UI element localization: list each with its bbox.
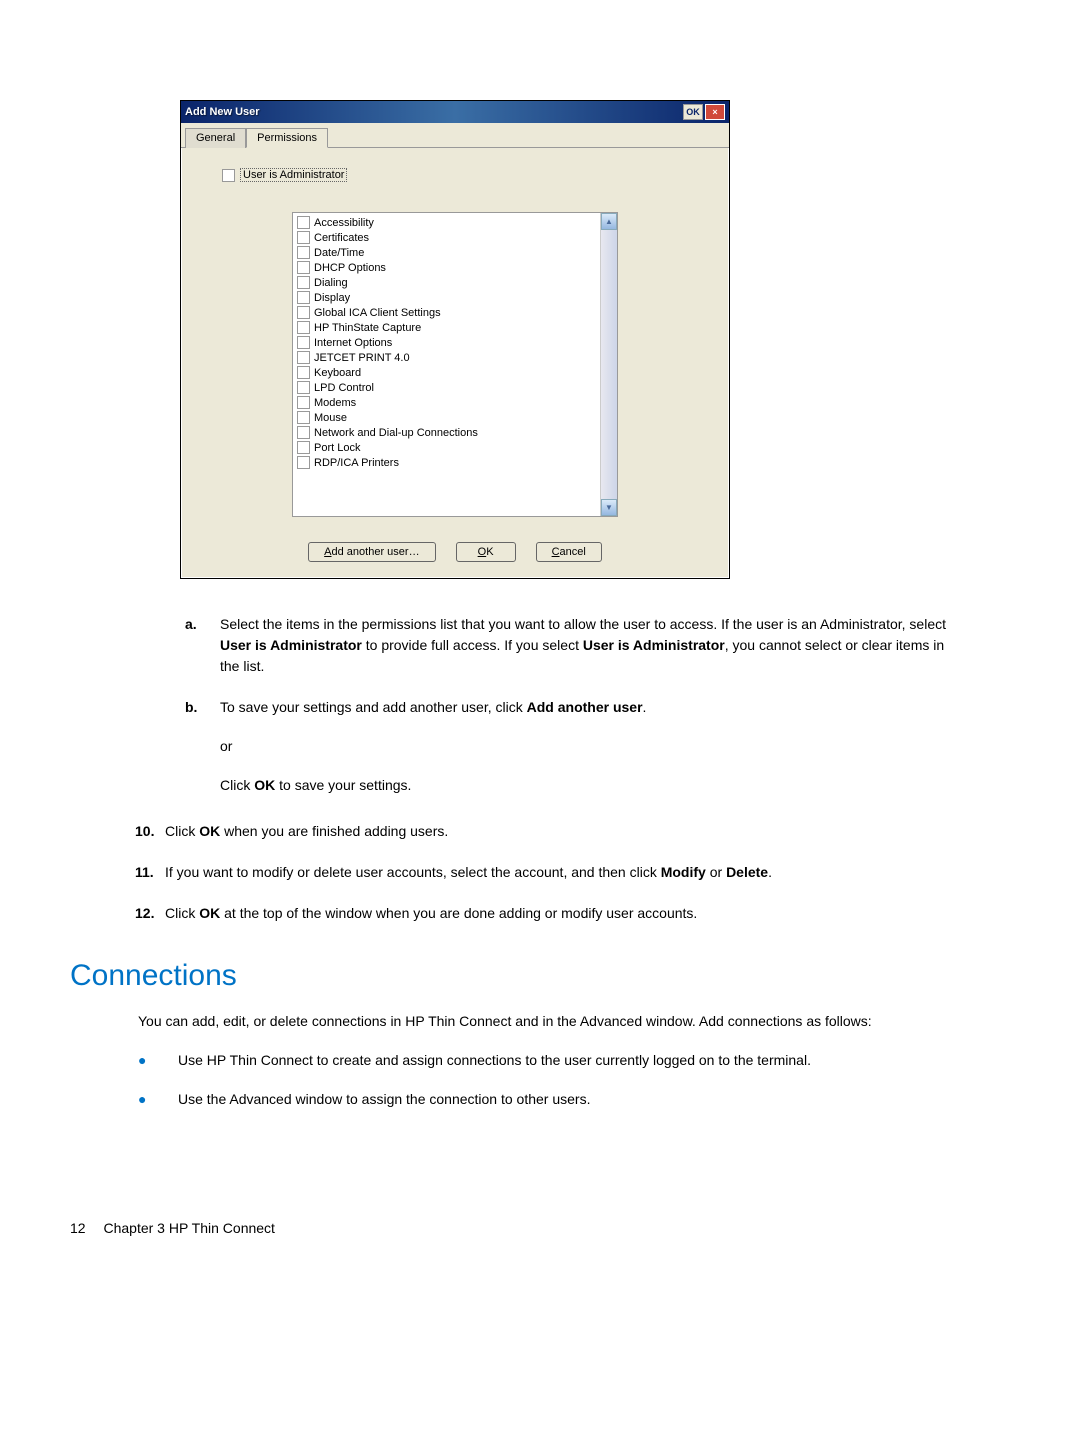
chevron-up-icon[interactable]: ▲: [601, 213, 617, 230]
checkbox-icon[interactable]: [297, 261, 310, 274]
list-item[interactable]: Network and Dial-up Connections: [297, 425, 596, 440]
cancel-button[interactable]: Cancel: [536, 542, 602, 562]
step-content: To save your settings and add another us…: [220, 697, 955, 796]
checkbox-icon[interactable]: [297, 246, 310, 259]
list-item[interactable]: Display: [297, 290, 596, 305]
bullet-list: ● Use HP Thin Connect to create and assi…: [138, 1050, 945, 1110]
step-content: Click OK at the top of the window when y…: [165, 903, 955, 924]
checkbox-icon[interactable]: [297, 291, 310, 304]
numbered-list: 10. Click OK when you are finished addin…: [135, 821, 955, 924]
permissions-list[interactable]: Accessibility Certificates Date/Time DHC…: [293, 213, 600, 516]
list-item[interactable]: JETCET PRINT 4.0: [297, 350, 596, 365]
chapter-title: Chapter 3 HP Thin Connect: [103, 1220, 274, 1236]
list-item[interactable]: Date/Time: [297, 245, 596, 260]
lettered-list: a. Select the items in the permissions l…: [185, 614, 955, 796]
checkbox-icon[interactable]: [297, 411, 310, 424]
checkbox-icon[interactable]: [297, 351, 310, 364]
add-new-user-dialog: Add New User OK × General Permissions Us…: [180, 100, 730, 579]
tab-permissions[interactable]: Permissions: [246, 128, 328, 148]
checkbox-icon[interactable]: [297, 426, 310, 439]
list-item[interactable]: Certificates: [297, 230, 596, 245]
scrollbar-track[interactable]: [601, 230, 617, 499]
section-intro: You can add, edit, or delete connections…: [138, 1011, 945, 1032]
checkbox-icon[interactable]: [297, 336, 310, 349]
step-a: a. Select the items in the permissions l…: [185, 614, 955, 677]
list-item[interactable]: RDP/ICA Printers: [297, 455, 596, 470]
page-number: 12: [70, 1220, 86, 1236]
admin-label: User is Administrator: [240, 168, 347, 182]
bullet-item: ● Use HP Thin Connect to create and assi…: [138, 1050, 945, 1071]
scrollbar[interactable]: ▲ ▼: [600, 213, 617, 516]
step-content: If you want to modify or delete user acc…: [165, 862, 955, 883]
admin-checkbox-row[interactable]: User is Administrator: [222, 168, 708, 182]
list-item[interactable]: Modems: [297, 395, 596, 410]
checkbox-icon[interactable]: [297, 306, 310, 319]
titlebar-buttons: OK ×: [683, 104, 725, 120]
page-footer: 12 Chapter 3 HP Thin Connect: [70, 1220, 1010, 1236]
list-item[interactable]: Accessibility: [297, 215, 596, 230]
section-heading-connections: Connections: [70, 959, 1010, 993]
step-10: 10. Click OK when you are finished addin…: [135, 821, 955, 842]
tab-general[interactable]: General: [185, 128, 246, 148]
instructions-block: a. Select the items in the permissions l…: [185, 614, 955, 924]
step-marker: 10.: [135, 821, 165, 842]
close-icon[interactable]: ×: [705, 104, 725, 120]
step-marker: b.: [185, 697, 220, 796]
checkbox-icon[interactable]: [297, 366, 310, 379]
tab-row: General Permissions: [181, 123, 729, 148]
dialog-title: Add New User: [185, 106, 260, 118]
step-content: Select the items in the permissions list…: [220, 614, 955, 677]
bullet-icon: ●: [138, 1050, 178, 1071]
list-item[interactable]: Dialing: [297, 275, 596, 290]
dialog-body: User is Administrator Accessibility Cert…: [181, 148, 729, 578]
permissions-listbox: Accessibility Certificates Date/Time DHC…: [292, 212, 618, 517]
checkbox-icon[interactable]: [297, 276, 310, 289]
step-marker: 12.: [135, 903, 165, 924]
dialog-button-row: Add another user… OK Cancel: [202, 542, 708, 562]
checkbox-icon[interactable]: [297, 216, 310, 229]
checkbox-icon[interactable]: [297, 381, 310, 394]
list-item[interactable]: Global ICA Client Settings: [297, 305, 596, 320]
checkbox-icon[interactable]: [297, 456, 310, 469]
step-marker: a.: [185, 614, 220, 677]
section-body: You can add, edit, or delete connections…: [138, 1011, 945, 1110]
checkbox-icon[interactable]: [297, 441, 310, 454]
dialog-screenshot: Add New User OK × General Permissions Us…: [180, 100, 1010, 579]
bullet-text: Use the Advanced window to assign the co…: [178, 1089, 590, 1110]
checkbox-icon[interactable]: [297, 231, 310, 244]
chevron-down-icon[interactable]: ▼: [601, 499, 617, 516]
step-b: b. To save your settings and add another…: [185, 697, 955, 796]
checkbox-icon[interactable]: [297, 396, 310, 409]
step-or: or: [220, 736, 955, 757]
list-item[interactable]: Mouse: [297, 410, 596, 425]
list-item[interactable]: Keyboard: [297, 365, 596, 380]
list-item[interactable]: HP ThinState Capture: [297, 320, 596, 335]
step-11: 11. If you want to modify or delete user…: [135, 862, 955, 883]
bullet-text: Use HP Thin Connect to create and assign…: [178, 1050, 811, 1071]
list-item[interactable]: DHCP Options: [297, 260, 596, 275]
list-item[interactable]: Internet Options: [297, 335, 596, 350]
add-another-user-button[interactable]: Add another user…: [308, 542, 435, 562]
ok-button[interactable]: OK: [456, 542, 516, 562]
step-marker: 11.: [135, 862, 165, 883]
step-content: Click OK when you are finished adding us…: [165, 821, 955, 842]
titlebar: Add New User OK ×: [181, 101, 729, 123]
bullet-item: ● Use the Advanced window to assign the …: [138, 1089, 945, 1110]
list-item[interactable]: LPD Control: [297, 380, 596, 395]
titlebar-ok-button[interactable]: OK: [683, 104, 703, 120]
step-alt: Click OK to save your settings.: [220, 775, 955, 796]
checkbox-icon[interactable]: [297, 321, 310, 334]
bullet-icon: ●: [138, 1089, 178, 1110]
checkbox-icon[interactable]: [222, 169, 235, 182]
list-item[interactable]: Port Lock: [297, 440, 596, 455]
step-12: 12. Click OK at the top of the window wh…: [135, 903, 955, 924]
